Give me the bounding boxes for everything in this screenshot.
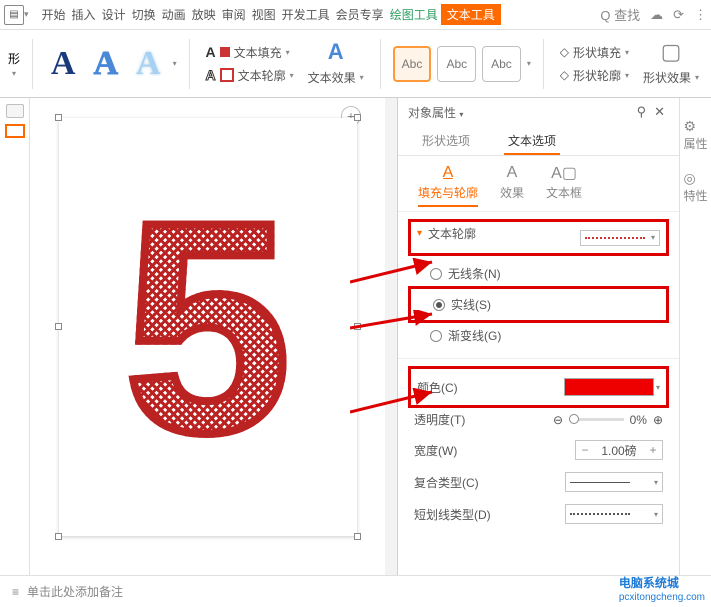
text-outline-button[interactable]: A文本轮廓▾ xyxy=(201,65,297,86)
text-effect-button[interactable]: 文本效果▾ xyxy=(304,67,368,88)
shape-effect-button[interactable]: 形状效果▾ xyxy=(639,67,703,88)
menu-review[interactable]: 审阅 xyxy=(219,6,249,23)
menu-vip[interactable]: 会员专享 xyxy=(333,6,387,23)
thumb-layout-icon[interactable] xyxy=(6,104,24,118)
label-color: 颜色(C) xyxy=(417,379,458,396)
slide-canvas[interactable]: + 5 xyxy=(30,98,385,575)
notes-icon[interactable]: ≡ xyxy=(12,585,19,599)
notes-placeholder[interactable]: 单击此处添加备注 xyxy=(27,583,123,600)
menu-anim[interactable]: 动画 xyxy=(159,6,189,23)
radio-gradient-line[interactable]: 渐变线(G) xyxy=(414,323,663,348)
rail-feature[interactable]: ◎特性 xyxy=(683,170,707,204)
collapse-icon: ▾ xyxy=(417,228,422,239)
menu-design[interactable]: 设计 xyxy=(99,6,129,23)
outline-preview[interactable]: ▾ xyxy=(580,230,660,246)
panel-title: 对象属性 ▾ xyxy=(408,104,463,121)
chevron-icon[interactable]: ▾ xyxy=(24,9,29,20)
more-icon[interactable]: ⋮ xyxy=(694,7,707,23)
subtab-textbox[interactable]: A▢文本框 xyxy=(546,164,582,207)
resize-handle[interactable] xyxy=(354,114,361,121)
color-swatch[interactable] xyxy=(564,378,654,396)
search-button[interactable]: Q 查找 xyxy=(600,5,640,24)
menu-dev[interactable]: 开发工具 xyxy=(279,6,333,23)
label-width: 宽度(W) xyxy=(414,442,457,459)
subtab-fill-outline[interactable]: A̲填充与轮廓 xyxy=(418,164,478,207)
shape-outline-button[interactable]: ◇形状轮廓▾ xyxy=(556,65,633,86)
pin-icon[interactable]: ⚲ xyxy=(633,104,651,119)
radio-no-line[interactable]: 无线条(N) xyxy=(414,261,663,286)
close-icon[interactable]: ✕ xyxy=(650,104,669,119)
format-label: 形 xyxy=(8,50,20,67)
rail-props[interactable]: ⚙属性 xyxy=(683,118,707,152)
label-compound: 复合类型(C) xyxy=(414,474,479,491)
menu-view[interactable]: 视图 xyxy=(249,6,279,23)
slide-content[interactable]: 5 xyxy=(59,118,357,536)
width-stepper[interactable]: −1.00磅+ xyxy=(575,440,663,460)
menu-texttool[interactable]: 文本工具 xyxy=(441,4,501,25)
shape-style-2[interactable]: Abc xyxy=(437,46,476,82)
compound-dropdown[interactable]: ▾ xyxy=(565,472,663,492)
format-group: 形 ▾ xyxy=(8,50,20,78)
label-dash: 短划线类型(D) xyxy=(414,506,491,523)
text-fill-button[interactable]: A文本填充▾ xyxy=(201,42,297,63)
section-text-outline[interactable]: ▾文本轮廓 xyxy=(417,225,476,242)
text-glyph-5[interactable]: 5 xyxy=(124,177,291,477)
shape-fill-button[interactable]: ◇形状填充▾ xyxy=(556,42,633,63)
resize-handle[interactable] xyxy=(55,323,62,330)
text-style-solid[interactable]: A xyxy=(45,45,82,83)
dash-dropdown[interactable]: ▾ xyxy=(565,504,663,524)
menu-start[interactable]: 开始 xyxy=(39,6,69,23)
scrollbar[interactable] xyxy=(385,98,397,575)
menu-show[interactable]: 放映 xyxy=(189,6,219,23)
resize-handle[interactable] xyxy=(354,323,361,330)
text-effect-icon: A xyxy=(328,39,344,65)
cloud-icon[interactable]: ☁ xyxy=(650,7,663,23)
shape-style-3[interactable]: Abc xyxy=(482,46,521,82)
opacity-slider[interactable]: ⊖0%⊕ xyxy=(553,413,663,427)
menu-drawtool[interactable]: 绘图工具 xyxy=(387,6,441,23)
slide-thumbnail-1[interactable] xyxy=(5,124,25,138)
text-style-glow[interactable]: A xyxy=(130,45,167,83)
tab-shape-options[interactable]: 形状选项 xyxy=(418,126,474,155)
shape-effect-icon: ▢ xyxy=(661,39,682,65)
resize-handle[interactable] xyxy=(55,114,62,121)
menu-switch[interactable]: 切换 xyxy=(129,6,159,23)
file-icon[interactable]: ▤ xyxy=(4,5,24,25)
text-style-outline[interactable]: A xyxy=(87,45,124,83)
label-opacity: 透明度(T) xyxy=(414,411,465,428)
tab-text-options[interactable]: 文本选项 xyxy=(504,126,560,155)
share-icon[interactable]: ⟳ xyxy=(673,7,684,23)
subtab-effect[interactable]: A效果 xyxy=(500,164,524,207)
radio-solid-line[interactable]: 实线(S) xyxy=(417,292,660,317)
resize-handle[interactable] xyxy=(55,533,62,540)
menu-insert[interactable]: 插入 xyxy=(69,6,99,23)
shape-style-1[interactable]: Abc xyxy=(393,46,432,82)
resize-handle[interactable] xyxy=(354,533,361,540)
